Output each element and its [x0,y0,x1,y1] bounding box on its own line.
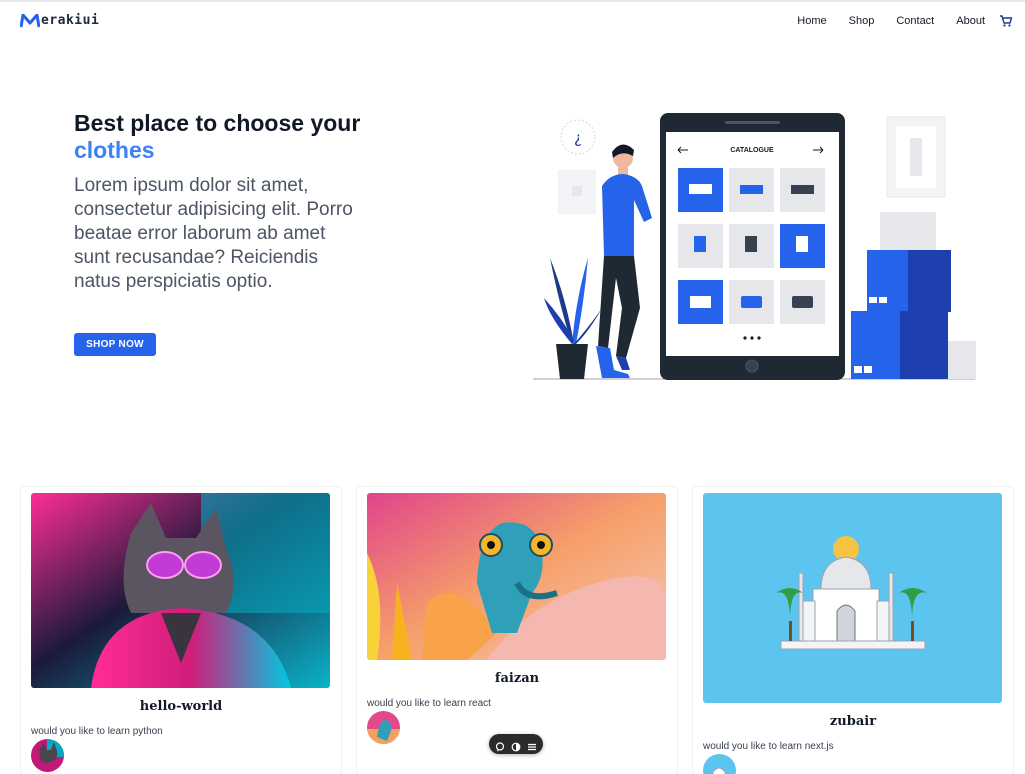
nav-links: Home Shop Contact About [775,14,1013,28]
floating-toolbar [489,734,543,754]
taj-mahal-image [703,493,1002,703]
nav-shop-link[interactable]: Shop [849,15,875,27]
nav-contact-link[interactable]: Contact [896,15,934,27]
avatar[interactable] [31,739,64,772]
card-title: faizan [494,671,540,686]
avatar[interactable] [703,754,736,774]
hero-description: Lorem ipsum dolor sit amet, consectetur … [74,175,353,292]
hero-title: Best place to choose your clothes [74,110,374,164]
logo-m-icon [20,13,40,27]
navbar: erakiui Home Shop Contact About [0,2,1025,42]
catalogue-title: CATALOGUE [730,147,774,154]
hero-title-prefix: Best place to choose your [74,110,361,136]
shop-now-button[interactable]: SHOP NOW [74,333,156,356]
hero-title-accent: clothes [74,137,155,163]
question-mark-text: ¿ [574,129,582,147]
card-description: would you like to learn next.js [703,741,834,752]
nav-about-link[interactable]: About [956,15,985,27]
card-zubair[interactable]: zubair would you like to learn next.js [692,486,1014,774]
card-title: hello-world [139,699,223,714]
theme-icon[interactable] [511,739,521,752]
cart-icon[interactable] [999,14,1013,28]
avatar[interactable] [367,711,400,744]
chameleon-image [367,493,666,660]
card-faizan[interactable]: faizan would you like to learn react [356,486,678,774]
brand-name: erakiui [41,13,100,28]
card-description: would you like to learn python [31,726,163,737]
cat-with-sunglasses-image [31,493,330,688]
card-description: would you like to learn react [367,698,491,709]
chat-icon[interactable] [495,739,505,752]
menu-icon[interactable] [527,739,537,751]
shopping-illustration: ¿ CATALOGUE [533,113,976,380]
card-hello-world[interactable]: hello-world would you like to learn pyth… [20,486,342,774]
brand-logo[interactable]: erakiui [20,13,99,28]
nav-home-link[interactable]: Home [797,15,826,27]
card-title: zubair [829,714,877,729]
